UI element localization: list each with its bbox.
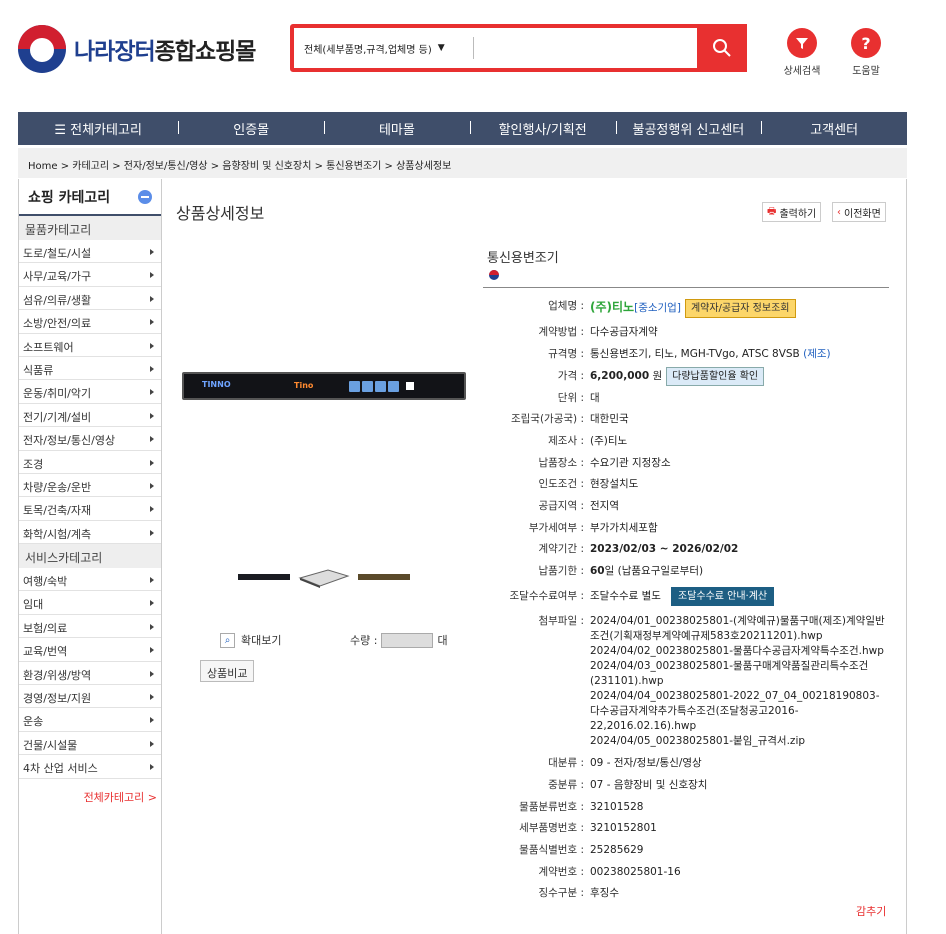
nav-all-categories[interactable]: ☰ 전체카테고리: [18, 119, 178, 138]
compare-button[interactable]: 상품비교: [200, 660, 255, 682]
sidebar-item[interactable]: 교육/번역: [19, 638, 161, 662]
search-scope-select[interactable]: 전체(세부품명,규격,업체명 등) ▼: [294, 37, 474, 59]
sidebar-item[interactable]: 토목/건축/자재: [19, 497, 161, 521]
sidebar-item[interactable]: 섬유/의류/생활: [19, 287, 161, 311]
search-button[interactable]: [697, 24, 747, 72]
product-spec: 업체명 : (주)티노[중소기업] 계약자/공급자 정보조회 계약방법 : 다수공급…: [483, 299, 889, 904]
nav-customer-center[interactable]: 고객센터: [761, 119, 907, 138]
sidebar-item[interactable]: 건물/시설물: [19, 732, 161, 756]
nav-theme-mall[interactable]: 테마몰: [324, 119, 470, 138]
all-categories-link[interactable]: 전체카테고리 >: [19, 779, 161, 805]
sidebar-title: 쇼핑 카테고리: [19, 179, 161, 216]
sidebar-item[interactable]: 조경: [19, 451, 161, 474]
product-image: TINNO Tino: [182, 372, 466, 400]
sidebar-section-services: 서비스카테고리: [19, 544, 161, 569]
sidebar-section-goods: 물품카테고리: [19, 216, 161, 240]
sidebar-item[interactable]: 임대: [19, 591, 161, 615]
attachment-link[interactable]: 2024/04/05_00238025801-붙임_규격서.zip: [590, 734, 889, 749]
taegeuk-logo-icon: [18, 25, 66, 73]
attachment-link[interactable]: 2024/04/02_00238025801-물품다수공급자계약특수조건.hwp: [590, 644, 889, 659]
zoom-button[interactable]: ⌕ 확대보기: [220, 632, 281, 648]
thumbnail-3[interactable]: [358, 566, 410, 588]
thumbnail-2[interactable]: [298, 566, 350, 588]
thumbnail-1[interactable]: [238, 566, 290, 588]
sidebar-item[interactable]: 전자/정보/통신/영상: [19, 427, 161, 451]
government-mark-icon: [489, 270, 499, 280]
sidebar-item[interactable]: 차량/운송/운반: [19, 474, 161, 498]
attachment-link[interactable]: 2024/04/04_00238025801-2022_07_04_002181…: [590, 689, 889, 734]
detail-search-button[interactable]: 상세검색: [777, 28, 827, 77]
back-button[interactable]: ‹ 이전화면: [832, 202, 886, 222]
sidebar-item[interactable]: 화학/시험/계측: [19, 521, 161, 545]
quantity-input[interactable]: [381, 632, 434, 648]
search-bar: 전체(세부품명,규격,업체명 등) ▼: [290, 24, 747, 72]
main-nav: ☰ 전체카테고리 인증몰 테마몰 할인행사/기획전 불공정행위 신고센터 고객센…: [18, 112, 907, 145]
magnifier-icon: ⌕: [220, 632, 235, 648]
attachment-link[interactable]: 2024/04/03_00238025801-물품구매계약품질관리특수조건(23…: [590, 659, 889, 689]
company-info-button[interactable]: 계약자/공급자 정보조회: [684, 299, 796, 318]
sidebar-item[interactable]: 여행/숙박: [19, 568, 161, 592]
category-sidebar: 쇼핑 카테고리 물품카테고리 도로/철도/시설 사무/교육/가구 섬유/의류/생활 소…: [18, 179, 162, 934]
sidebar-item[interactable]: 4차 산업 서비스: [19, 755, 161, 779]
nav-promotions[interactable]: 할인행사/기획전: [469, 119, 616, 138]
page-title: 상품상세정보: [176, 204, 265, 223]
fee-calc-button[interactable]: 조달수수료 안내·계산: [670, 586, 775, 606]
breadcrumb: Home > 카테고리 > 전자/정보/통신/영상 > 음향장비 및 신호장치 …: [18, 148, 907, 178]
sidebar-item[interactable]: 도로/철도/시설: [19, 240, 161, 264]
sidebar-item[interactable]: 사무/교육/가구: [19, 263, 161, 287]
question-icon: ?: [851, 28, 881, 58]
nav-report-center[interactable]: 불공정행위 신고센터: [615, 119, 762, 138]
price-value: 6,200,000: [590, 369, 650, 382]
sidebar-item[interactable]: 운동/취미/악기: [19, 380, 161, 404]
sidebar-item[interactable]: 환경/위생/방역: [19, 662, 161, 686]
help-button[interactable]: ? 도움말: [841, 28, 891, 77]
nav-certified-mall[interactable]: 인증몰: [178, 119, 324, 138]
attachment-list: 2024/04/01_00238025801-(계약예규)물품구매(제조)계약일…: [584, 614, 889, 749]
sidebar-item[interactable]: 보험/의료: [19, 615, 161, 639]
product-name: 통신용변조기: [487, 251, 559, 266]
site-logo[interactable]: 나라장터종합쇼핑몰: [18, 25, 256, 73]
company-name[interactable]: (주)티노: [590, 300, 634, 314]
sidebar-item[interactable]: 전기/기계/설비: [19, 404, 161, 428]
collapse-icon[interactable]: [138, 189, 152, 204]
sidebar-item[interactable]: 소방/안전/의료: [19, 310, 161, 334]
attachment-link[interactable]: 2024/04/01_00238025801-(계약예규)물품구매(제조)계약일…: [590, 614, 889, 644]
collapse-link[interactable]: 감추기: [856, 903, 886, 919]
sidebar-item[interactable]: 소프트웨어: [19, 334, 161, 357]
chevron-left-icon: ‹: [837, 206, 841, 218]
volume-discount-button[interactable]: 다량납품할인율 확인: [666, 366, 765, 386]
search-icon: [713, 39, 731, 57]
filter-icon: [787, 28, 817, 58]
sidebar-item[interactable]: 식품류: [19, 357, 161, 381]
sidebar-item[interactable]: 경영/정보/지원: [19, 685, 161, 709]
printer-icon: 🖶: [767, 205, 777, 217]
logo-text: 나라장터종합쇼핑몰: [74, 39, 256, 65]
menu-icon: ☰: [54, 123, 71, 138]
print-button[interactable]: 🖶 출력하기: [762, 202, 822, 222]
chevron-down-icon: ▼: [437, 43, 445, 53]
sidebar-item[interactable]: 운송: [19, 708, 161, 732]
search-input[interactable]: [474, 28, 697, 68]
quantity-field: 수량 : 대: [350, 632, 448, 648]
